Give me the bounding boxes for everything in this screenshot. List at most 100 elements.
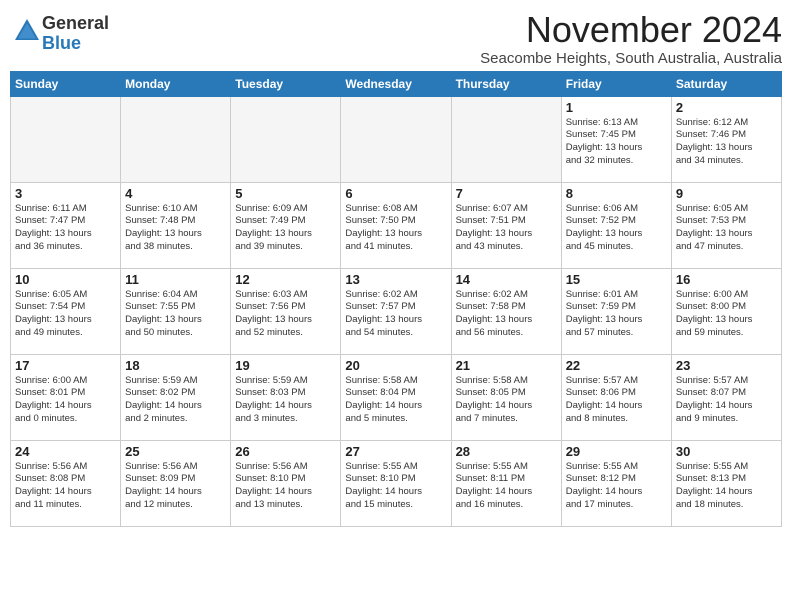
- day-info: Sunrise: 6:07 AM Sunset: 7:51 PM Dayligh…: [456, 203, 557, 254]
- day-info: Sunrise: 6:08 AM Sunset: 7:50 PM Dayligh…: [345, 203, 446, 254]
- calendar-cell: 3 Sunrise: 6:11 AM Sunset: 7:47 PM Daylig…: [11, 182, 121, 268]
- weekday-header-row: SundayMondayTuesdayWednesdayThursdayFrid…: [11, 71, 782, 96]
- day-info: Sunrise: 5:56 AM Sunset: 8:10 PM Dayligh…: [235, 461, 336, 512]
- calendar-cell: [451, 96, 561, 182]
- day-info: Sunrise: 6:09 AM Sunset: 7:49 PM Dayligh…: [235, 203, 336, 254]
- weekday-header-saturday: Saturday: [671, 71, 781, 96]
- calendar-cell: 9 Sunrise: 6:05 AM Sunset: 7:53 PM Daylig…: [671, 182, 781, 268]
- calendar-cell: 18 Sunrise: 5:59 AM Sunset: 8:02 PM Dayli…: [121, 354, 231, 440]
- day-info: Sunrise: 6:00 AM Sunset: 8:01 PM Dayligh…: [15, 375, 116, 426]
- calendar-cell: 24 Sunrise: 5:56 AM Sunset: 8:08 PM Dayli…: [11, 440, 121, 526]
- day-number: 23: [676, 358, 777, 373]
- day-number: 5: [235, 186, 336, 201]
- day-number: 6: [345, 186, 446, 201]
- day-info: Sunrise: 6:02 AM Sunset: 7:57 PM Dayligh…: [345, 289, 446, 340]
- day-number: 10: [15, 272, 116, 287]
- calendar-cell: 2 Sunrise: 6:12 AM Sunset: 7:46 PM Daylig…: [671, 96, 781, 182]
- day-info: Sunrise: 6:05 AM Sunset: 7:53 PM Dayligh…: [676, 203, 777, 254]
- day-info: Sunrise: 5:56 AM Sunset: 8:09 PM Dayligh…: [125, 461, 226, 512]
- calendar-cell: [341, 96, 451, 182]
- logo-icon: [12, 16, 42, 46]
- weekday-header-tuesday: Tuesday: [231, 71, 341, 96]
- day-info: Sunrise: 5:58 AM Sunset: 8:05 PM Dayligh…: [456, 375, 557, 426]
- month-title: November 2024: [480, 10, 782, 50]
- logo-blue-text: Blue: [42, 33, 81, 53]
- calendar-cell: 29Sunrise: 5:55 AM Sunset: 8:12 PM Dayli…: [561, 440, 671, 526]
- calendar-cell: 25 Sunrise: 5:56 AM Sunset: 8:09 PM Dayli…: [121, 440, 231, 526]
- calendar-cell: 7 Sunrise: 6:07 AM Sunset: 7:51 PM Daylig…: [451, 182, 561, 268]
- calendar-cell: 28 Sunrise: 5:55 AM Sunset: 8:11 PM Dayli…: [451, 440, 561, 526]
- day-info: Sunrise: 6:04 AM Sunset: 7:55 PM Dayligh…: [125, 289, 226, 340]
- day-info: Sunrise: 5:58 AM Sunset: 8:04 PM Dayligh…: [345, 375, 446, 426]
- calendar-cell: [121, 96, 231, 182]
- weekday-header-monday: Monday: [121, 71, 231, 96]
- day-number: 26: [235, 444, 336, 459]
- calendar-table: SundayMondayTuesdayWednesdayThursdayFrid…: [10, 71, 782, 527]
- day-info: Sunrise: 6:11 AM Sunset: 7:47 PM Dayligh…: [15, 203, 116, 254]
- day-info: Sunrise: 5:55 AM Sunset: 8:11 PM Dayligh…: [456, 461, 557, 512]
- day-number: 13: [345, 272, 446, 287]
- calendar-cell: 23Sunrise: 5:57 AM Sunset: 8:07 PM Dayli…: [671, 354, 781, 440]
- day-number: 29: [566, 444, 667, 459]
- day-number: 11: [125, 272, 226, 287]
- calendar-cell: 15Sunrise: 6:01 AM Sunset: 7:59 PM Dayli…: [561, 268, 671, 354]
- logo: General Blue: [10, 14, 109, 54]
- weekday-header-sunday: Sunday: [11, 71, 121, 96]
- calendar-cell: [11, 96, 121, 182]
- calendar-cell: 19Sunrise: 5:59 AM Sunset: 8:03 PM Dayli…: [231, 354, 341, 440]
- day-number: 1: [566, 100, 667, 115]
- day-number: 21: [456, 358, 557, 373]
- week-row-1: 1Sunrise: 6:13 AM Sunset: 7:45 PM Daylig…: [11, 96, 782, 182]
- day-number: 4: [125, 186, 226, 201]
- calendar-cell: 4Sunrise: 6:10 AM Sunset: 7:48 PM Daylig…: [121, 182, 231, 268]
- day-number: 15: [566, 272, 667, 287]
- calendar-cell: 22Sunrise: 5:57 AM Sunset: 8:06 PM Dayli…: [561, 354, 671, 440]
- calendar-cell: 11 Sunrise: 6:04 AM Sunset: 7:55 PM Dayli…: [121, 268, 231, 354]
- day-number: 27: [345, 444, 446, 459]
- day-number: 28: [456, 444, 557, 459]
- calendar-cell: 20 Sunrise: 5:58 AM Sunset: 8:04 PM Dayli…: [341, 354, 451, 440]
- day-number: 25: [125, 444, 226, 459]
- day-number: 12: [235, 272, 336, 287]
- weekday-header-thursday: Thursday: [451, 71, 561, 96]
- day-number: 24: [15, 444, 116, 459]
- day-number: 17: [15, 358, 116, 373]
- calendar-cell: 16Sunrise: 6:00 AM Sunset: 8:00 PM Dayli…: [671, 268, 781, 354]
- week-row-5: 24 Sunrise: 5:56 AM Sunset: 8:08 PM Dayli…: [11, 440, 782, 526]
- day-info: Sunrise: 6:00 AM Sunset: 8:00 PM Dayligh…: [676, 289, 777, 340]
- day-info: Sunrise: 5:59 AM Sunset: 8:02 PM Dayligh…: [125, 375, 226, 426]
- calendar-cell: 5 Sunrise: 6:09 AM Sunset: 7:49 PM Daylig…: [231, 182, 341, 268]
- day-info: Sunrise: 6:03 AM Sunset: 7:56 PM Dayligh…: [235, 289, 336, 340]
- day-number: 19: [235, 358, 336, 373]
- day-number: 30: [676, 444, 777, 459]
- calendar-cell: 8 Sunrise: 6:06 AM Sunset: 7:52 PM Daylig…: [561, 182, 671, 268]
- calendar-cell: 21 Sunrise: 5:58 AM Sunset: 8:05 PM Dayli…: [451, 354, 561, 440]
- day-number: 3: [15, 186, 116, 201]
- page-header: General Blue November 2024 Seacombe Heig…: [10, 10, 782, 67]
- day-number: 7: [456, 186, 557, 201]
- day-number: 2: [676, 100, 777, 115]
- weekday-header-wednesday: Wednesday: [341, 71, 451, 96]
- day-info: Sunrise: 5:56 AM Sunset: 8:08 PM Dayligh…: [15, 461, 116, 512]
- day-info: Sunrise: 6:12 AM Sunset: 7:46 PM Dayligh…: [676, 117, 777, 168]
- day-info: Sunrise: 5:55 AM Sunset: 8:13 PM Dayligh…: [676, 461, 777, 512]
- calendar-cell: 6 Sunrise: 6:08 AM Sunset: 7:50 PM Daylig…: [341, 182, 451, 268]
- day-info: Sunrise: 6:05 AM Sunset: 7:54 PM Dayligh…: [15, 289, 116, 340]
- calendar-cell: 12 Sunrise: 6:03 AM Sunset: 7:56 PM Dayli…: [231, 268, 341, 354]
- calendar-cell: 26 Sunrise: 5:56 AM Sunset: 8:10 PM Dayli…: [231, 440, 341, 526]
- day-info: Sunrise: 5:55 AM Sunset: 8:10 PM Dayligh…: [345, 461, 446, 512]
- calendar-cell: [231, 96, 341, 182]
- day-info: Sunrise: 6:06 AM Sunset: 7:52 PM Dayligh…: [566, 203, 667, 254]
- weekday-header-friday: Friday: [561, 71, 671, 96]
- day-number: 8: [566, 186, 667, 201]
- calendar-cell: 1Sunrise: 6:13 AM Sunset: 7:45 PM Daylig…: [561, 96, 671, 182]
- logo-general-text: General: [42, 13, 109, 33]
- day-number: 9: [676, 186, 777, 201]
- day-number: 18: [125, 358, 226, 373]
- location-text: Seacombe Heights, South Australia, Austr…: [480, 50, 782, 67]
- day-info: Sunrise: 5:57 AM Sunset: 8:06 PM Dayligh…: [566, 375, 667, 426]
- calendar-cell: 17 Sunrise: 6:00 AM Sunset: 8:01 PM Dayli…: [11, 354, 121, 440]
- calendar-cell: 27 Sunrise: 5:55 AM Sunset: 8:10 PM Dayli…: [341, 440, 451, 526]
- day-number: 20: [345, 358, 446, 373]
- calendar-cell: 13 Sunrise: 6:02 AM Sunset: 7:57 PM Dayli…: [341, 268, 451, 354]
